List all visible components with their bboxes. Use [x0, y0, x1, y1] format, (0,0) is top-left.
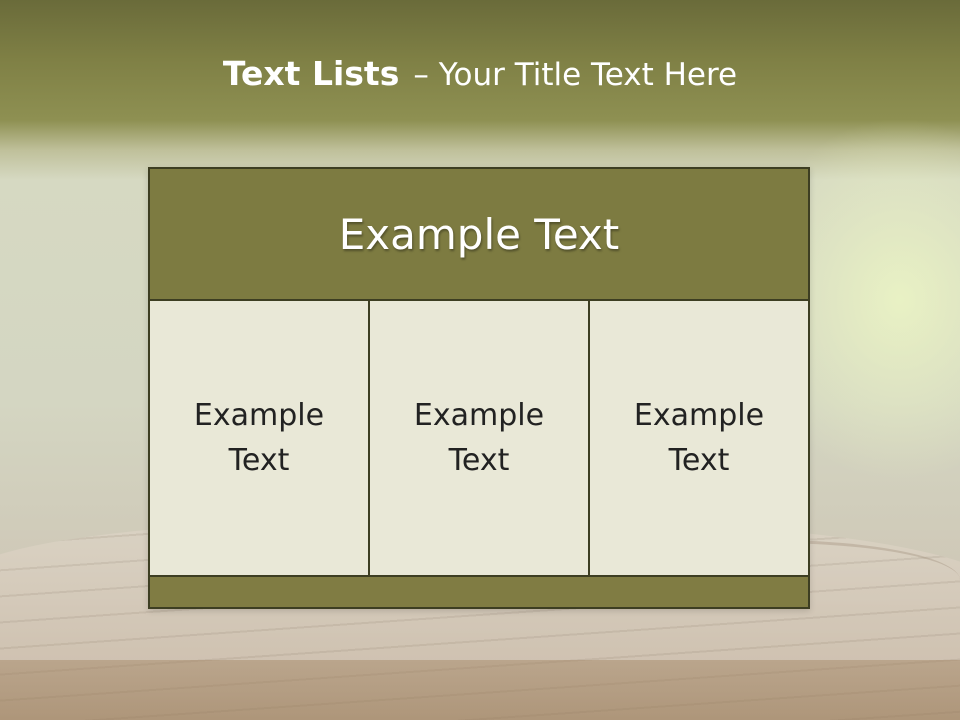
slide-title-bold: Text Lists [222, 54, 400, 93]
board-cell-2-line1: Example [413, 398, 545, 433]
board-cell-3-line2: Text [668, 443, 730, 478]
board-cell-3-line1: Example [633, 398, 765, 433]
board-header: Example Text [150, 169, 808, 299]
board-cell-1: Example Text [150, 301, 368, 575]
board-cell-1-line1: Example [193, 398, 325, 433]
board-cell-2: Example Text [370, 301, 588, 575]
board-cell-1-line2: Text [228, 443, 290, 478]
board-cell-3: Example Text [590, 301, 808, 575]
slide-canvas: Text Lists – Your Title Text Here Example… [0, 0, 960, 720]
slide-title-subtitle: – Your Title Text Here [413, 57, 738, 93]
slide-title: Text Lists – Your Title Text Here [0, 52, 960, 97]
board-cell-2-line2: Text [448, 443, 510, 478]
background-table [0, 660, 960, 720]
board-footer-bar [150, 577, 808, 607]
text-list-board: Example Text Example Text Example Text E… [148, 167, 810, 609]
